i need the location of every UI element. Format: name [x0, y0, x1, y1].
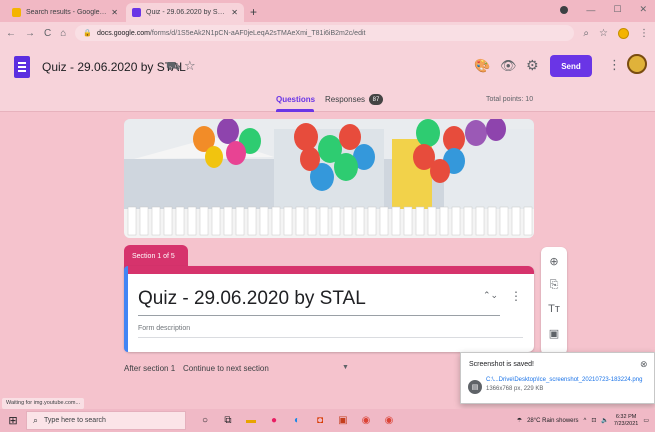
bookmark-star-icon[interactable]: ☆	[599, 28, 608, 39]
profile-dot-icon[interactable]	[560, 5, 569, 14]
more-options-icon[interactable]: ⋮	[510, 289, 522, 303]
reload-icon[interactable]: C	[44, 28, 51, 39]
notification-center-icon[interactable]: ▭	[643, 417, 649, 424]
close-icon[interactable]: ✕	[111, 8, 118, 17]
search-placeholder: Type here to search	[44, 417, 106, 424]
import-questions-icon[interactable]: ⎘	[550, 277, 559, 293]
next-section-select[interactable]: Continue to next section	[183, 364, 269, 373]
powerpoint-icon[interactable]: ▣	[336, 415, 350, 426]
close-icon[interactable]: ⊗	[640, 359, 648, 370]
move-to-folder-icon[interactable]: ⛟	[166, 59, 181, 75]
star-icon[interactable]: ☆	[184, 58, 196, 74]
clock-date: 7/23/2021	[613, 420, 639, 427]
browser-menu-icon[interactable]: ⋮	[639, 28, 649, 39]
home-icon[interactable]: ⌂	[60, 28, 66, 39]
settings-gear-icon[interactable]: ⚙	[526, 57, 539, 74]
description-underline	[138, 337, 523, 338]
toolbar-icons: ⌕ ☆ ⋮	[583, 27, 649, 39]
tab-label: Quiz - 29.06.2020 by STAL - Goo	[146, 9, 227, 16]
drive-icon	[12, 8, 21, 17]
cortana-icon[interactable]: ○	[198, 415, 212, 426]
active-tab-indicator	[276, 109, 314, 112]
tab-quiz-form[interactable]: Quiz - 29.06.2020 by STAL - Goo ✕	[126, 3, 244, 22]
file-path-link[interactable]: C:\...Drive\Desktop\Ice_screenshot_20210…	[486, 377, 642, 383]
collapse-icon[interactable]: ⌃⌄	[483, 290, 498, 301]
add-image-icon[interactable]: ▣	[549, 325, 559, 341]
section-title-input[interactable]: Quiz - 29.06.2020 by STAL	[138, 288, 366, 310]
tab-google-drive[interactable]: Search results - Google Drive ✕	[6, 3, 124, 22]
notification-title: Screenshot is saved!	[469, 361, 534, 368]
section-label: Section 1 of 5	[124, 245, 188, 267]
title-underline	[138, 315, 500, 316]
balloons-illustration	[124, 119, 534, 238]
file-size: 1366x768 px, 229 KB	[486, 386, 544, 392]
add-title-icon[interactable]: Tт	[548, 301, 560, 317]
edge-icon[interactable]: ◐	[290, 415, 304, 426]
screenshot-notification[interactable]: Screenshot is saved! ⊗ ▤ C:\...Drive\Des…	[460, 352, 655, 404]
volume-icon[interactable]: 🔈	[601, 417, 608, 424]
url-path: /forms/d/1S5eAk2N1pCN-aAF0jeLeqA2sTMAeXm…	[149, 29, 366, 37]
more-options-icon[interactable]: ⋮	[608, 57, 621, 73]
dropdown-arrow-icon[interactable]: ▼	[342, 364, 349, 371]
file-explorer-icon[interactable]: ▬	[244, 415, 258, 426]
task-view-icon[interactable]: ⧉	[221, 415, 235, 426]
window-controls: — ☐ ✕	[560, 4, 647, 15]
active-card-indicator	[124, 266, 128, 352]
maximize-icon[interactable]: ☐	[613, 4, 621, 15]
lock-icon[interactable]: 🔒	[83, 29, 92, 37]
chrome-icon[interactable]: ◉	[359, 415, 373, 426]
paint-icon[interactable]: ●	[267, 415, 281, 426]
avatar[interactable]	[627, 54, 647, 74]
forward-icon[interactable]: →	[25, 28, 35, 39]
taskbar-search-input[interactable]: ⌕ Type here to search	[26, 411, 186, 430]
browser-tab-bar: Search results - Google Drive ✕ Quiz - 2…	[0, 0, 655, 22]
windows-start-icon[interactable]: ⊞	[0, 414, 26, 427]
zoom-icon[interactable]: ⌕	[583, 28, 589, 39]
preview-eye-icon[interactable]: 👁	[500, 58, 517, 74]
office-icon[interactable]: ◘	[313, 415, 327, 426]
weather-text[interactable]: 28°C Rain showers	[527, 418, 578, 424]
url-input[interactable]: 🔒 docs.google.com /forms/d/1S5eAk2N1pCN-…	[75, 25, 575, 41]
header-image	[124, 119, 534, 238]
windows-taskbar: ⊞ ⌕ Type here to search ○ ⧉ ▬ ● ◐ ◘ ▣ ◉ …	[0, 409, 655, 432]
folder-icon[interactable]: ▤	[468, 380, 482, 394]
forms-icon	[132, 8, 141, 17]
taskbar-apps: ○ ⧉ ▬ ● ◐ ◘ ▣ ◉ ◉	[198, 415, 396, 426]
network-icon[interactable]: ⊡	[591, 417, 596, 424]
search-icon: ⌕	[33, 415, 39, 425]
section-header-card[interactable]: Quiz - 29.06.2020 by STAL ⌃⌄ ⋮ Form desc…	[124, 266, 534, 352]
back-icon[interactable]: ←	[6, 28, 16, 39]
add-question-icon[interactable]: ⊕	[549, 253, 558, 269]
minimize-icon[interactable]: —	[586, 5, 595, 15]
send-button[interactable]: Send	[550, 55, 592, 77]
responses-count-badge: 87	[369, 94, 383, 105]
new-tab-button[interactable]: +	[250, 5, 257, 19]
total-points: Total points: 10	[486, 96, 534, 103]
system-tray: ☂ 28°C Rain showers ^ ⊡ 🔈 6:32 PM 7/23/2…	[517, 414, 655, 428]
forms-header: Quiz - 29.06.2020 by STAL ⛟ ☆ 🎨 👁 ⚙ Send…	[0, 44, 655, 90]
clock[interactable]: 6:32 PM 7/23/2021	[614, 414, 638, 428]
tray-arrow-icon[interactable]: ^	[584, 418, 587, 424]
url-host: docs.google.com	[97, 29, 150, 37]
tab-label: Search results - Google Drive	[26, 9, 107, 16]
google-forms-logo-icon[interactable]	[14, 56, 30, 78]
chrome-profile-icon[interactable]: ◉	[382, 415, 396, 426]
palette-icon[interactable]: 🎨	[474, 58, 490, 74]
address-bar: ← → C ⌂ 🔒 docs.google.com /forms/d/1S5eA…	[0, 22, 655, 44]
tab-responses[interactable]: Responses	[325, 95, 365, 104]
form-title[interactable]: Quiz - 29.06.2020 by STAL	[42, 60, 186, 74]
extension-icon[interactable]	[618, 27, 629, 39]
tab-questions[interactable]: Questions	[276, 95, 315, 104]
window-close-icon[interactable]: ✕	[639, 4, 647, 15]
form-description-input[interactable]: Form description	[138, 325, 190, 332]
clock-time: 6:32 PM	[615, 413, 637, 420]
question-toolbar: ⊕ ⎘ Tт ▣	[541, 247, 567, 355]
forms-tabs: Questions Responses 87 Total points: 10	[0, 90, 655, 112]
weather-icon[interactable]: ☂	[517, 417, 522, 424]
after-section-label: After section 1	[124, 364, 176, 373]
close-icon[interactable]: ✕	[231, 8, 238, 17]
browser-status-text: Waiting for img.youtube.com...	[2, 398, 85, 409]
